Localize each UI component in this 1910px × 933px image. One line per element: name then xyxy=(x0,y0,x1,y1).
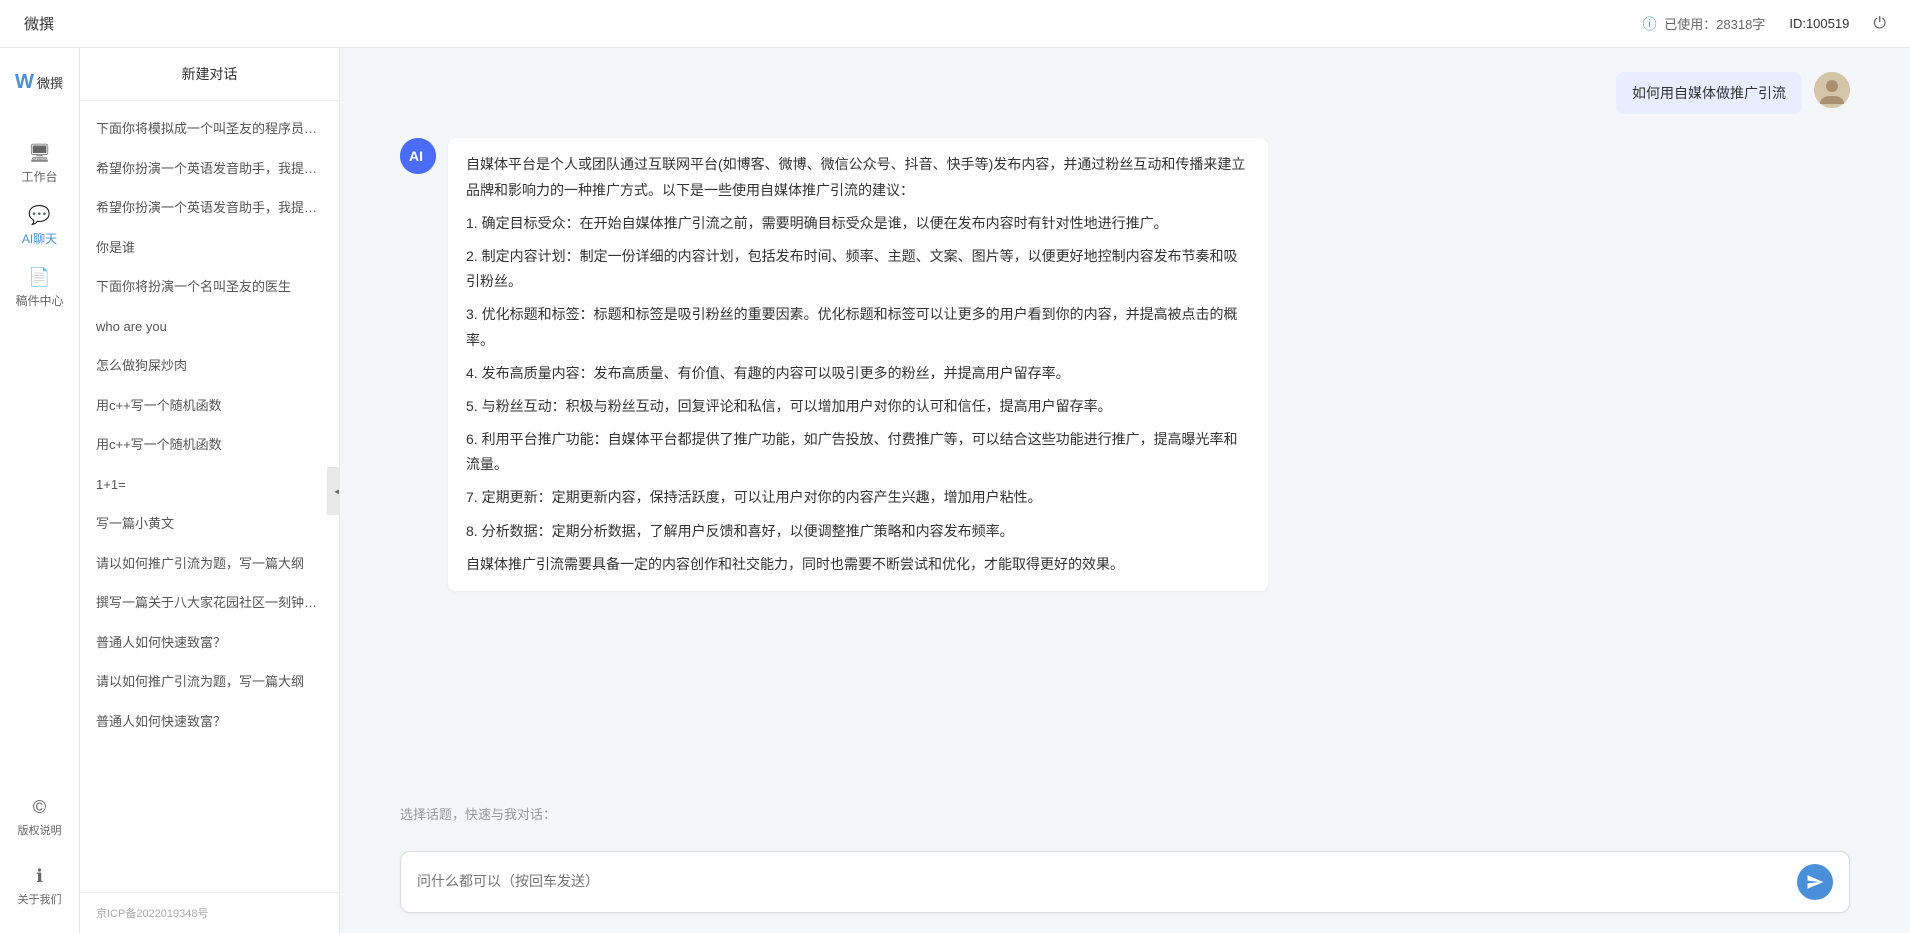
sidebar-history-item[interactable]: 你是谁 xyxy=(80,228,339,268)
chat-input[interactable] xyxy=(417,870,1797,894)
sidebar-history-item[interactable]: 下面你将扮演一个名叫圣友的医生 xyxy=(80,267,339,307)
copyright-icon: © xyxy=(33,797,46,818)
ai-paragraph: 5. 与粉丝互动：积极与粉丝互动，回复评论和私信，可以增加用户对你的认可和信任，… xyxy=(466,394,1250,419)
about-icon: ℹ xyxy=(36,866,43,887)
sidebar-history-item[interactable]: 用c++写一个随机函数 xyxy=(80,425,339,465)
chat-history-list: 下面你将模拟成一个叫圣友的程序员、我说...希望你扮演一个英语发音助手，我提供给… xyxy=(80,101,339,892)
svg-text:AI: AI xyxy=(409,148,423,164)
sidebar-history-item[interactable]: 怎么做狗屎炒肉 xyxy=(80,346,339,386)
about-label: 关于我们 xyxy=(18,891,62,907)
topbar: 微撰 ⓘ 已使用：28318字 ID:100519 ⏻ xyxy=(0,0,1910,48)
ai-paragraph: 自媒体推广引流需要具备一定的内容创作和社交能力，同时也需要不断尝试和优化，才能取… xyxy=(466,552,1250,577)
nav-logo: W 微撰 xyxy=(15,64,65,101)
workbench-label: 工作台 xyxy=(21,168,57,185)
ai-paragraph: 7. 定期更新：定期更新内容，保持活跃度，可以让用户对你的内容产生兴趣，增加用户… xyxy=(466,485,1250,510)
sidebar-history-item[interactable]: 用c++写一个随机函数 xyxy=(80,386,339,426)
sidebar-history-item[interactable]: who are you xyxy=(80,307,339,347)
ai-paragraph: 8. 分析数据：定期分析数据，了解用户反馈和喜好，以便调整推广策略和内容发布频率… xyxy=(466,519,1250,544)
copyright-label: 版权说明 xyxy=(18,822,62,838)
new-chat-button[interactable]: 新建对话 xyxy=(80,48,339,101)
ai-avatar: AI xyxy=(400,138,436,174)
ai-paragraph: 4. 发布高质量内容：发布高质量、有价值、有趣的内容可以吸引更多的粉丝，并提高用… xyxy=(466,361,1250,386)
chat-messages: 如何用自媒体做推广引流 AI 自媒体平台是个人或团队通过互联网平台(如博客、微博… xyxy=(340,48,1910,804)
prompt-area: 选择话题，快速与我对话： xyxy=(340,804,1910,839)
svg-text:W: W xyxy=(15,71,34,93)
send-button[interactable] xyxy=(1797,864,1833,900)
ai-paragraph: 2. 制定内容计划：制定一份详细的内容计划，包括发布时间、频率、主题、文案、图片… xyxy=(466,244,1250,294)
topbar-right: ⓘ 已使用：28318字 ID:100519 ⏻ xyxy=(1643,14,1886,34)
topbar-title: 微撰 xyxy=(24,13,54,34)
ai-message: AI 自媒体平台是个人或团队通过互联网平台(如博客、微博、微信公众号、抖音、快手… xyxy=(400,138,1850,591)
user-message: 如何用自媒体做推广引流 xyxy=(400,72,1850,114)
sidebar-history-item[interactable]: 请以如何推广引流为题，写一篇大纲 xyxy=(80,662,339,702)
sidebar-history-item[interactable]: 请以如何推广引流为题，写一篇大纲 xyxy=(80,544,339,584)
sidebar-item-components[interactable]: 📄 稿件中心 xyxy=(0,257,79,319)
power-icon[interactable]: ⏻ xyxy=(1873,15,1886,33)
sidebar-history-item[interactable]: 下面你将模拟成一个叫圣友的程序员、我说... xyxy=(80,109,339,149)
components-label: 稿件中心 xyxy=(15,292,63,309)
components-icon: 📄 xyxy=(28,267,50,288)
ai-chat-icon: 💬 xyxy=(28,205,50,226)
nav-bottom: © 版权说明 ℹ 关于我们 xyxy=(18,787,62,917)
chat-area: 如何用自媒体做推广引流 AI 自媒体平台是个人或团队通过互联网平台(如博客、微博… xyxy=(340,48,1910,933)
sidebar-history-item[interactable]: 1+1= xyxy=(80,465,339,505)
usage-info: ⓘ 已使用：28318字 xyxy=(1643,14,1766,34)
ai-paragraph: 自媒体平台是个人或团队通过互联网平台(如博客、微博、微信公众号、抖音、快手等)发… xyxy=(466,152,1250,202)
left-nav: W 微撰 🖥 工作台 💬 AI聊天 📄 稿件中心 © 版权说明 ℹ 关于我们 xyxy=(0,48,80,933)
id-label: ID:100519 xyxy=(1789,16,1849,31)
sidebar-item-workbench[interactable]: 🖥 工作台 xyxy=(0,133,79,195)
info-icon: ⓘ xyxy=(1643,16,1657,32)
icp-text: 京ICP备2022019348号 xyxy=(80,892,339,933)
svg-text:微撰: 微撰 xyxy=(37,76,63,91)
ai-paragraph: 6. 利用平台推广功能：自媒体平台都提供了推广功能，如广告投放、付费推广等，可以… xyxy=(466,427,1250,477)
sidebar-history-item[interactable]: 普通人如何快速致富？ xyxy=(80,623,339,663)
user-message-text: 如何用自媒体做推广引流 xyxy=(1616,72,1802,114)
sidebar-item-copyright[interactable]: © 版权说明 xyxy=(18,787,62,848)
sidebar-history-item[interactable]: 普通人如何快速致富？ xyxy=(80,702,339,742)
prompt-label: 选择话题，快速与我对话： xyxy=(400,804,1850,823)
sidebar-history-item[interactable]: 希望你扮演一个英语发音助手，我提供给你... xyxy=(80,149,339,189)
sidebar-item-ai-chat[interactable]: 💬 AI聊天 xyxy=(0,195,79,257)
workbench-icon: 🖥 xyxy=(28,143,51,164)
user-avatar xyxy=(1814,72,1850,108)
ai-paragraph: 3. 优化标题和标签：标题和标签是吸引粉丝的重要因素。优化标题和标签可以让更多的… xyxy=(466,302,1250,352)
ai-message-content: 自媒体平台是个人或团队通过互联网平台(如博客、微博、微信公众号、抖音、快手等)发… xyxy=(448,138,1268,591)
ai-chat-label: AI聊天 xyxy=(22,230,57,247)
ai-paragraph: 1. 确定目标受众：在开始自媒体推广引流之前，需要明确目标受众是谁，以便在发布内… xyxy=(466,211,1250,236)
main-layout: W 微撰 🖥 工作台 💬 AI聊天 📄 稿件中心 © 版权说明 ℹ 关于我们 xyxy=(0,48,1910,933)
chat-input-area xyxy=(340,839,1910,933)
sidebar-history-item[interactable]: 写一篇小黄文 xyxy=(80,504,339,544)
chat-sidebar: 新建对话 下面你将模拟成一个叫圣友的程序员、我说...希望你扮演一个英语发音助手… xyxy=(80,48,340,933)
sidebar-history-item[interactable]: 撰写一篇关于八大家花园社区一刻钟便民生... xyxy=(80,583,339,623)
sidebar-item-about[interactable]: ℹ 关于我们 xyxy=(18,856,62,917)
input-box xyxy=(400,851,1850,913)
usage-label: 已使用：28318字 xyxy=(1664,17,1765,32)
sidebar-history-item[interactable]: 希望你扮演一个英语发音助手，我提供给你... xyxy=(80,188,339,228)
collapse-sidebar-button[interactable]: ◀ xyxy=(327,467,340,515)
